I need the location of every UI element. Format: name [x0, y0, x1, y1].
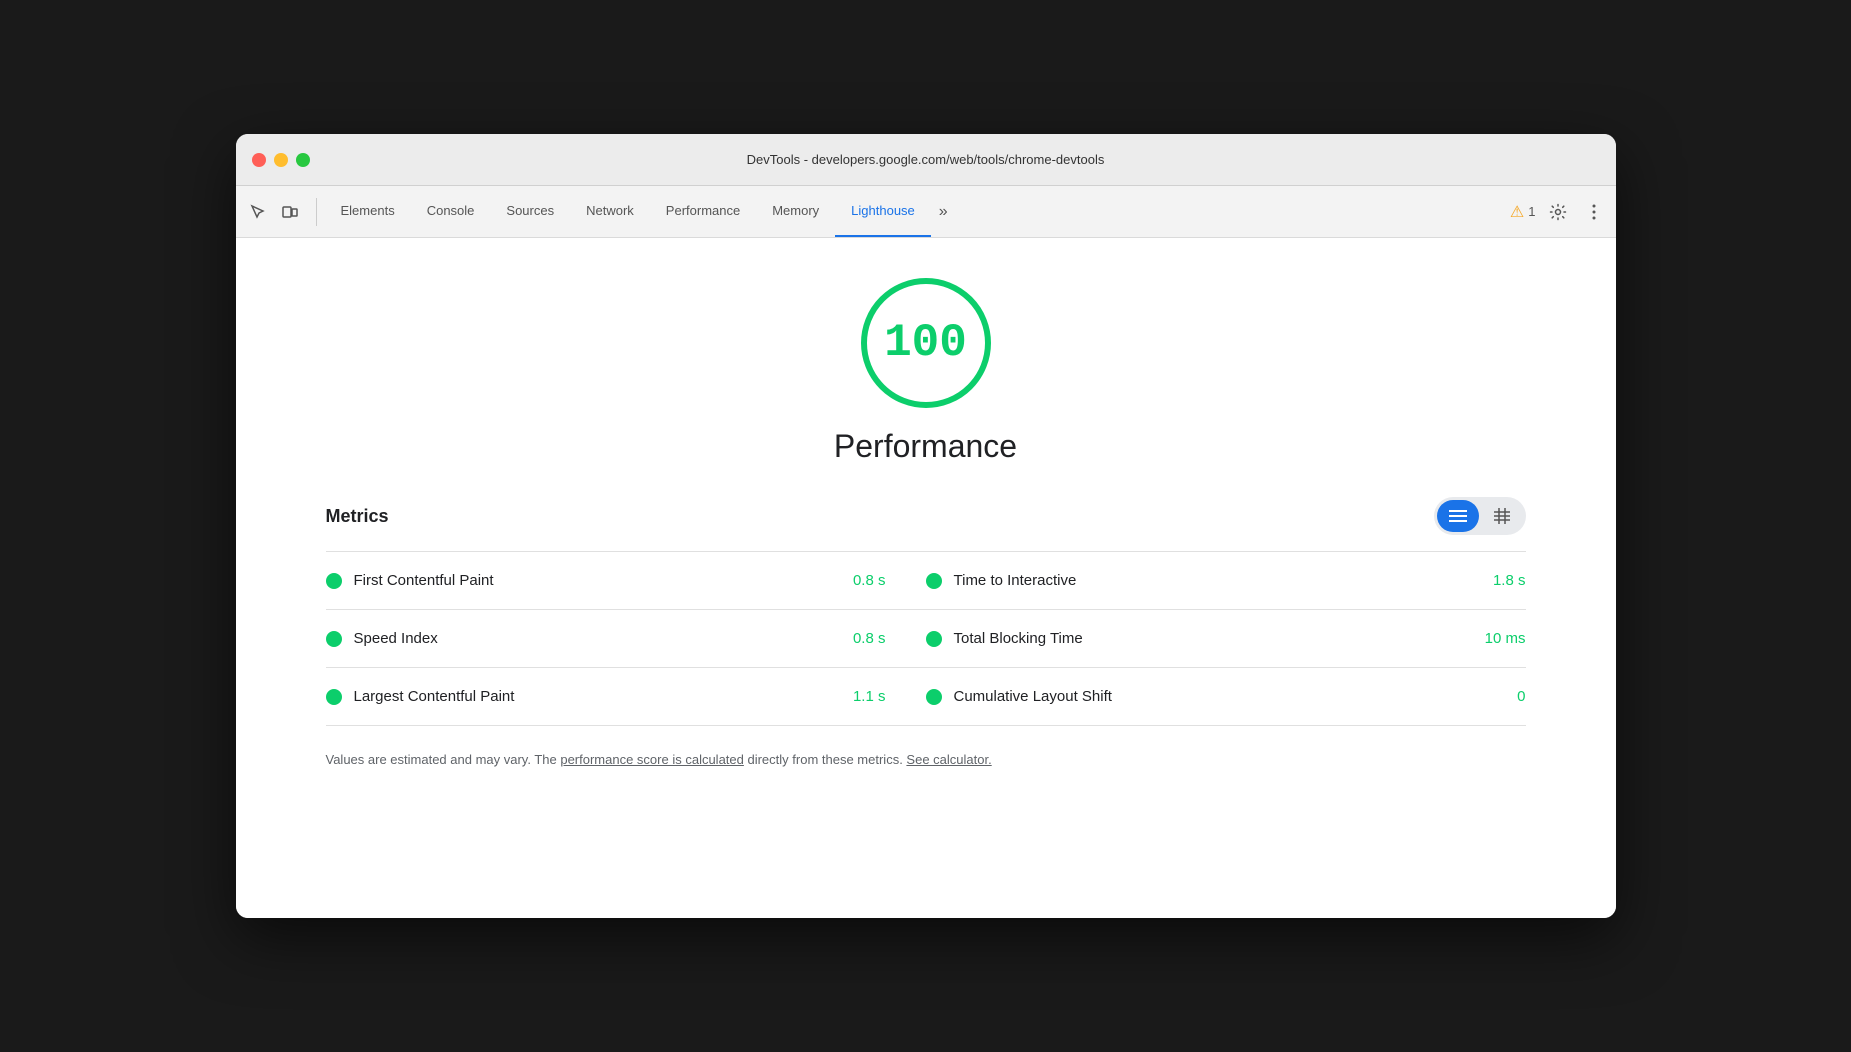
minimize-button[interactable]	[274, 153, 288, 167]
score-label: Performance	[834, 428, 1017, 465]
metric-lcp-value: 1.1 s	[836, 688, 886, 705]
toolbar-right: ⚠ 1	[1510, 198, 1608, 226]
footer-text-before: Values are estimated and may vary. The	[326, 752, 561, 767]
score-section: 100 Performance	[296, 278, 1556, 465]
more-tabs-button[interactable]: »	[931, 186, 956, 237]
metrics-section: Metrics	[326, 497, 1526, 770]
warning-badge[interactable]: ⚠ 1	[1510, 202, 1536, 222]
view-toggle	[1434, 497, 1526, 535]
tab-memory[interactable]: Memory	[756, 186, 835, 237]
device-toolbar-icon[interactable]	[276, 198, 304, 226]
warning-count: 1	[1528, 204, 1535, 219]
metric-si-dot	[326, 631, 342, 647]
tab-lighthouse[interactable]: Lighthouse	[835, 186, 931, 237]
metric-fcp-value: 0.8 s	[836, 572, 886, 589]
metrics-header: Metrics	[326, 497, 1526, 535]
metric-tti-name: Time to Interactive	[954, 572, 1464, 589]
score-value: 100	[884, 317, 967, 369]
devtools-toolbar: Elements Console Sources Network Perform…	[236, 186, 1616, 238]
tab-network[interactable]: Network	[570, 186, 650, 237]
metric-cls-dot	[926, 689, 942, 705]
metric-cls: Cumulative Layout Shift 0	[926, 688, 1526, 705]
metric-si: Speed Index 0.8 s	[326, 630, 926, 647]
metric-row-1: First Contentful Paint 0.8 s Time to Int…	[326, 552, 1526, 610]
list-view-button[interactable]	[1437, 500, 1479, 532]
tab-elements[interactable]: Elements	[325, 186, 411, 237]
metric-tti-dot	[926, 573, 942, 589]
tab-performance[interactable]: Performance	[650, 186, 756, 237]
metric-cls-name: Cumulative Layout Shift	[954, 688, 1464, 705]
main-content: 100 Performance Metrics	[236, 238, 1616, 918]
window-title: DevTools - developers.google.com/web/too…	[747, 152, 1105, 167]
metric-si-value: 0.8 s	[836, 630, 886, 647]
metric-tbt: Total Blocking Time 10 ms	[926, 630, 1526, 647]
metric-lcp-dot	[326, 689, 342, 705]
calculator-link[interactable]: See calculator.	[906, 752, 991, 767]
footer-text-middle: directly from these metrics.	[744, 752, 907, 767]
metric-tti: Time to Interactive 1.8 s	[926, 572, 1526, 589]
metric-row-3: Largest Contentful Paint 1.1 s Cumulativ…	[326, 668, 1526, 726]
toolbar-icons	[244, 198, 317, 226]
footer-text: Values are estimated and may vary. The p…	[326, 750, 1526, 770]
warning-icon: ⚠	[1510, 202, 1524, 222]
grid-view-button[interactable]	[1481, 500, 1523, 532]
close-button[interactable]	[252, 153, 266, 167]
inspect-element-icon[interactable]	[244, 198, 272, 226]
traffic-lights	[252, 153, 310, 167]
metric-si-name: Speed Index	[354, 630, 824, 647]
metrics-title: Metrics	[326, 506, 389, 527]
titlebar: DevTools - developers.google.com/web/too…	[236, 134, 1616, 186]
tab-sources[interactable]: Sources	[490, 186, 570, 237]
tabs-container: Elements Console Sources Network Perform…	[325, 186, 1510, 237]
devtools-window: DevTools - developers.google.com/web/too…	[236, 134, 1616, 918]
metric-tbt-name: Total Blocking Time	[954, 630, 1464, 647]
metric-tti-value: 1.8 s	[1476, 572, 1526, 589]
metric-tbt-dot	[926, 631, 942, 647]
metric-fcp: First Contentful Paint 0.8 s	[326, 572, 926, 589]
metric-lcp: Largest Contentful Paint 1.1 s	[326, 688, 926, 705]
metric-tbt-value: 10 ms	[1476, 630, 1526, 647]
metrics-grid: First Contentful Paint 0.8 s Time to Int…	[326, 552, 1526, 726]
tab-console[interactable]: Console	[411, 186, 491, 237]
metric-fcp-name: First Contentful Paint	[354, 572, 824, 589]
score-circle: 100	[861, 278, 991, 408]
settings-icon[interactable]	[1544, 198, 1572, 226]
more-options-icon[interactable]	[1580, 198, 1608, 226]
metric-fcp-dot	[326, 573, 342, 589]
metric-lcp-name: Largest Contentful Paint	[354, 688, 824, 705]
metric-row-2: Speed Index 0.8 s Total Blocking Time 10…	[326, 610, 1526, 668]
performance-score-link[interactable]: performance score is calculated	[560, 752, 744, 767]
metric-cls-value: 0	[1476, 688, 1526, 705]
maximize-button[interactable]	[296, 153, 310, 167]
